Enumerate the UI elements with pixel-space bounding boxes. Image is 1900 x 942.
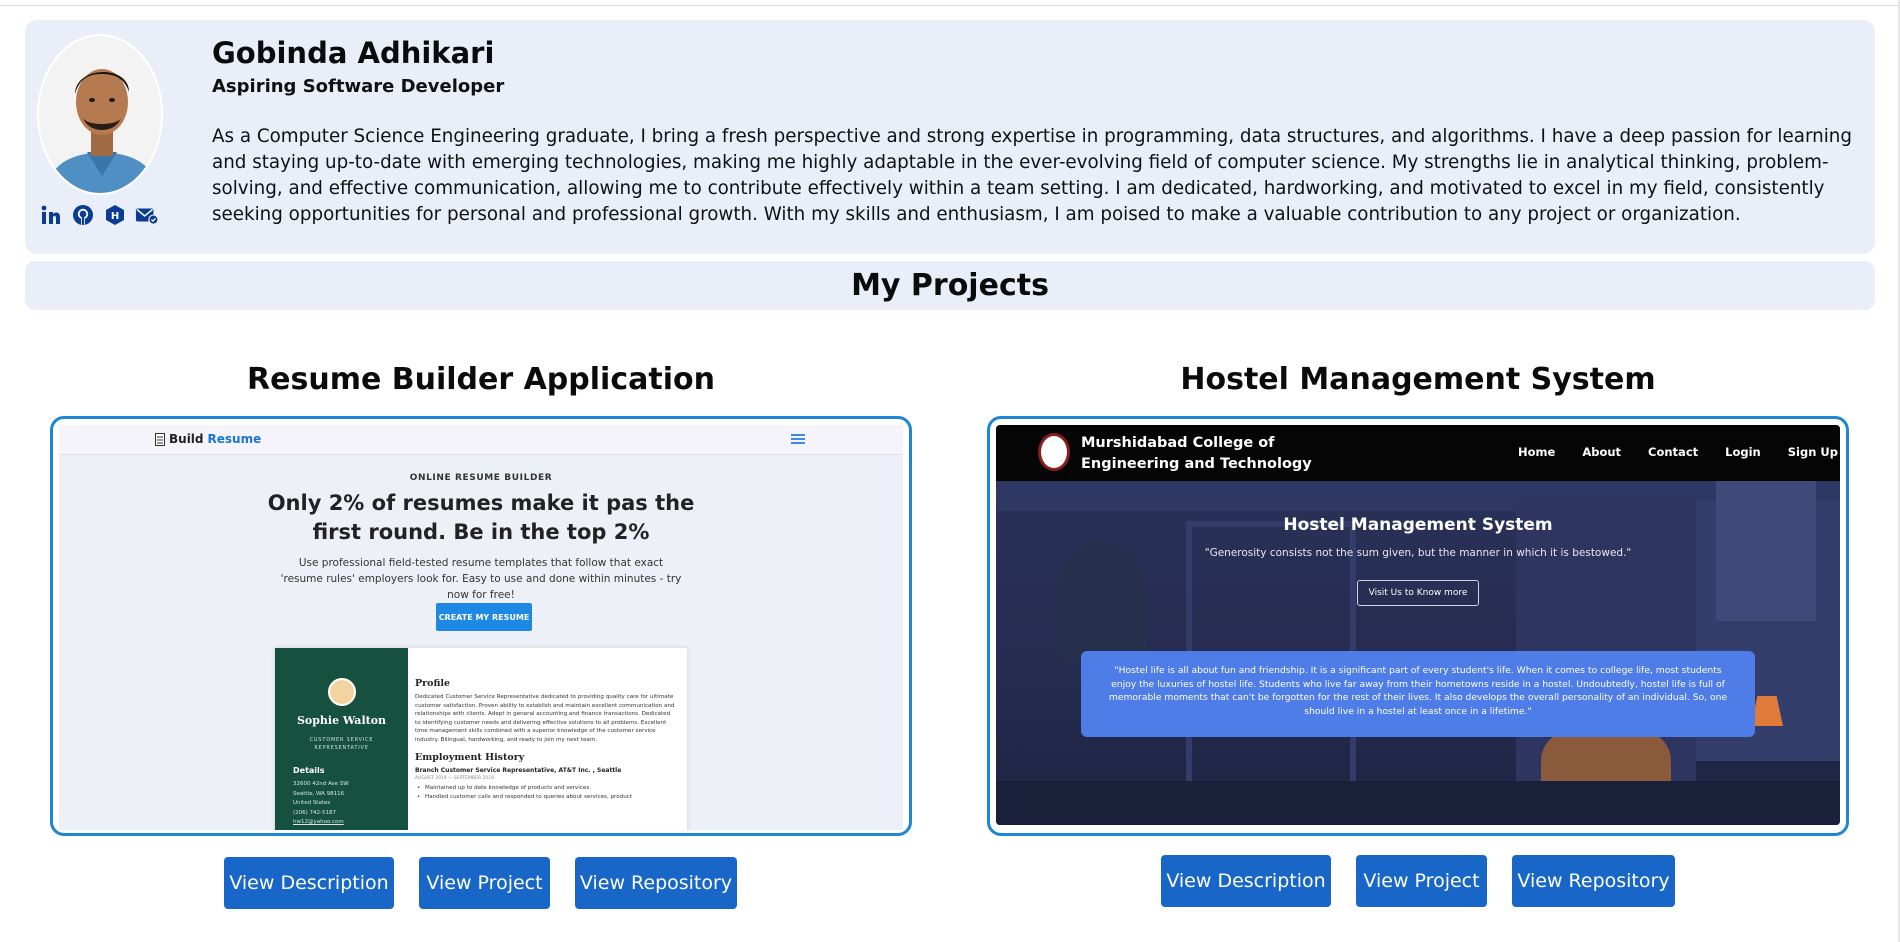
college-brand: Murshidabad College of Engineering and T…: [1081, 433, 1312, 475]
profile-name: Gobinda Adhikari: [212, 36, 495, 70]
resume-detail-line: United States: [293, 800, 331, 806]
resume-job: Branch Customer Service Representative, …: [415, 767, 622, 774]
hashnode-icon[interactable]: H: [103, 203, 127, 227]
resume-detail-line: (206) 742-5187: [293, 809, 337, 816]
nav-login: Login: [1725, 445, 1761, 459]
nav-contact: Contact: [1648, 445, 1699, 459]
view-project-button[interactable]: View Project: [1356, 855, 1487, 907]
resume-photo: [328, 678, 356, 706]
document-icon: [155, 432, 165, 446]
hostel-navbar: Murshidabad College of Engineering and T…: [996, 425, 1840, 481]
github-icon[interactable]: [71, 203, 95, 227]
projects-section-header: My Projects: [25, 261, 1875, 310]
resume-bullet: Maintained up to date knowledge of produ…: [415, 784, 677, 793]
logo-text-build: Build: [169, 432, 204, 446]
section-title: My Projects: [851, 268, 1049, 303]
preview-headline: Only 2% of resumes make it pas the first…: [267, 491, 695, 544]
hostel-hero-quote: "Generosity consists not the sum given, …: [1204, 547, 1632, 559]
logo-text-resume: Resume: [207, 432, 262, 446]
nav-about: About: [1582, 445, 1622, 459]
resume-details-heading: Details: [293, 766, 325, 775]
hamburger-menu-icon: [791, 434, 805, 444]
project-preview-resume-builder[interactable]: Build Resume ONLINE RESUME BUILDER Only 2…: [50, 416, 912, 836]
hostel-management-screenshot: Murshidabad College of Engineering and T…: [996, 425, 1840, 825]
hostel-nav-links: Home About Contact Login Sign Up: [1518, 445, 1838, 459]
top-divider: [0, 5, 1900, 6]
project-title-resume-builder: Resume Builder Application: [247, 362, 715, 397]
resume-detail-line: 32600 42nd Ave SW: [293, 781, 349, 787]
resume-profile-text: Dedicated Customer Service Representativ…: [415, 694, 675, 743]
resume-profile-heading: Profile: [415, 678, 451, 689]
profile-card: H Gobinda Adhikari Aspiring Software Dev…: [25, 20, 1875, 254]
brand-line-2: Engineering and Technology: [1081, 456, 1312, 472]
social-links: H: [39, 203, 159, 227]
mail-icon[interactable]: [135, 203, 159, 227]
view-project-button[interactable]: View Project: [419, 857, 550, 909]
resume-history-heading: Employment History: [415, 752, 525, 763]
resume-detail-line: Seattle, WA 98116: [293, 790, 345, 797]
project-preview-hostel-management[interactable]: Murshidabad College of Engineering and T…: [987, 416, 1849, 836]
preview-logo: Build Resume: [155, 432, 261, 446]
resume-detail-line: hw12@yahoo.com: [293, 819, 344, 825]
resume-job-dates: AUGUST 2019 — SEPTEMBER 2019: [415, 776, 494, 781]
resume-name: Sophie Walton: [296, 714, 387, 727]
avatar: [37, 34, 163, 195]
profile-role: Aspiring Software Developer: [212, 76, 505, 97]
hostel-hero-title: Hostel Management System: [1283, 515, 1553, 535]
hostel-info-box: "Hostel life is all about fun and friend…: [1081, 651, 1755, 737]
nav-signup: Sign Up: [1787, 445, 1838, 459]
nav-home: Home: [1518, 445, 1556, 459]
college-logo-icon: [1038, 433, 1070, 471]
brand-line-1: Murshidabad College of: [1081, 435, 1275, 451]
resume-sidebar: Sophie Walton CUSTOMER SERVICE REPRESENT…: [275, 648, 408, 830]
visit-us-button: Visit Us to Know more: [1357, 580, 1479, 606]
preview-subtext: Use professional field-tested resume tem…: [280, 557, 682, 601]
svg-text:H: H: [111, 211, 119, 222]
view-repository-button[interactable]: View Repository: [575, 857, 737, 909]
linkedin-icon[interactable]: [39, 203, 63, 227]
resume-builder-screenshot: Build Resume ONLINE RESUME BUILDER Only 2…: [59, 425, 903, 830]
resume-details: 32600 42nd Ave SW Seattle, WA 98116 Unit…: [293, 780, 349, 828]
project-title-hostel-management: Hostel Management System: [1180, 362, 1656, 397]
preview-kicker: ONLINE RESUME BUILDER: [409, 473, 553, 483]
view-description-button[interactable]: View Description: [1161, 855, 1331, 907]
create-resume-button: CREATE MY RESUME: [436, 603, 532, 631]
resume-main: Profile Dedicated Customer Service Repre…: [415, 678, 677, 802]
resume-sample: Sophie Walton CUSTOMER SERVICE REPRESENT…: [275, 648, 687, 830]
resume-bullet: Handled customer calls and responded to …: [415, 793, 677, 802]
preview-navbar: Build Resume: [59, 425, 903, 455]
profile-bio: As a Computer Science Engineering gradua…: [212, 126, 1853, 225]
resume-job-title: CUSTOMER SERVICE REPRESENTATIVE: [309, 737, 374, 751]
view-repository-button[interactable]: View Repository: [1512, 855, 1675, 907]
view-description-button[interactable]: View Description: [224, 857, 394, 909]
